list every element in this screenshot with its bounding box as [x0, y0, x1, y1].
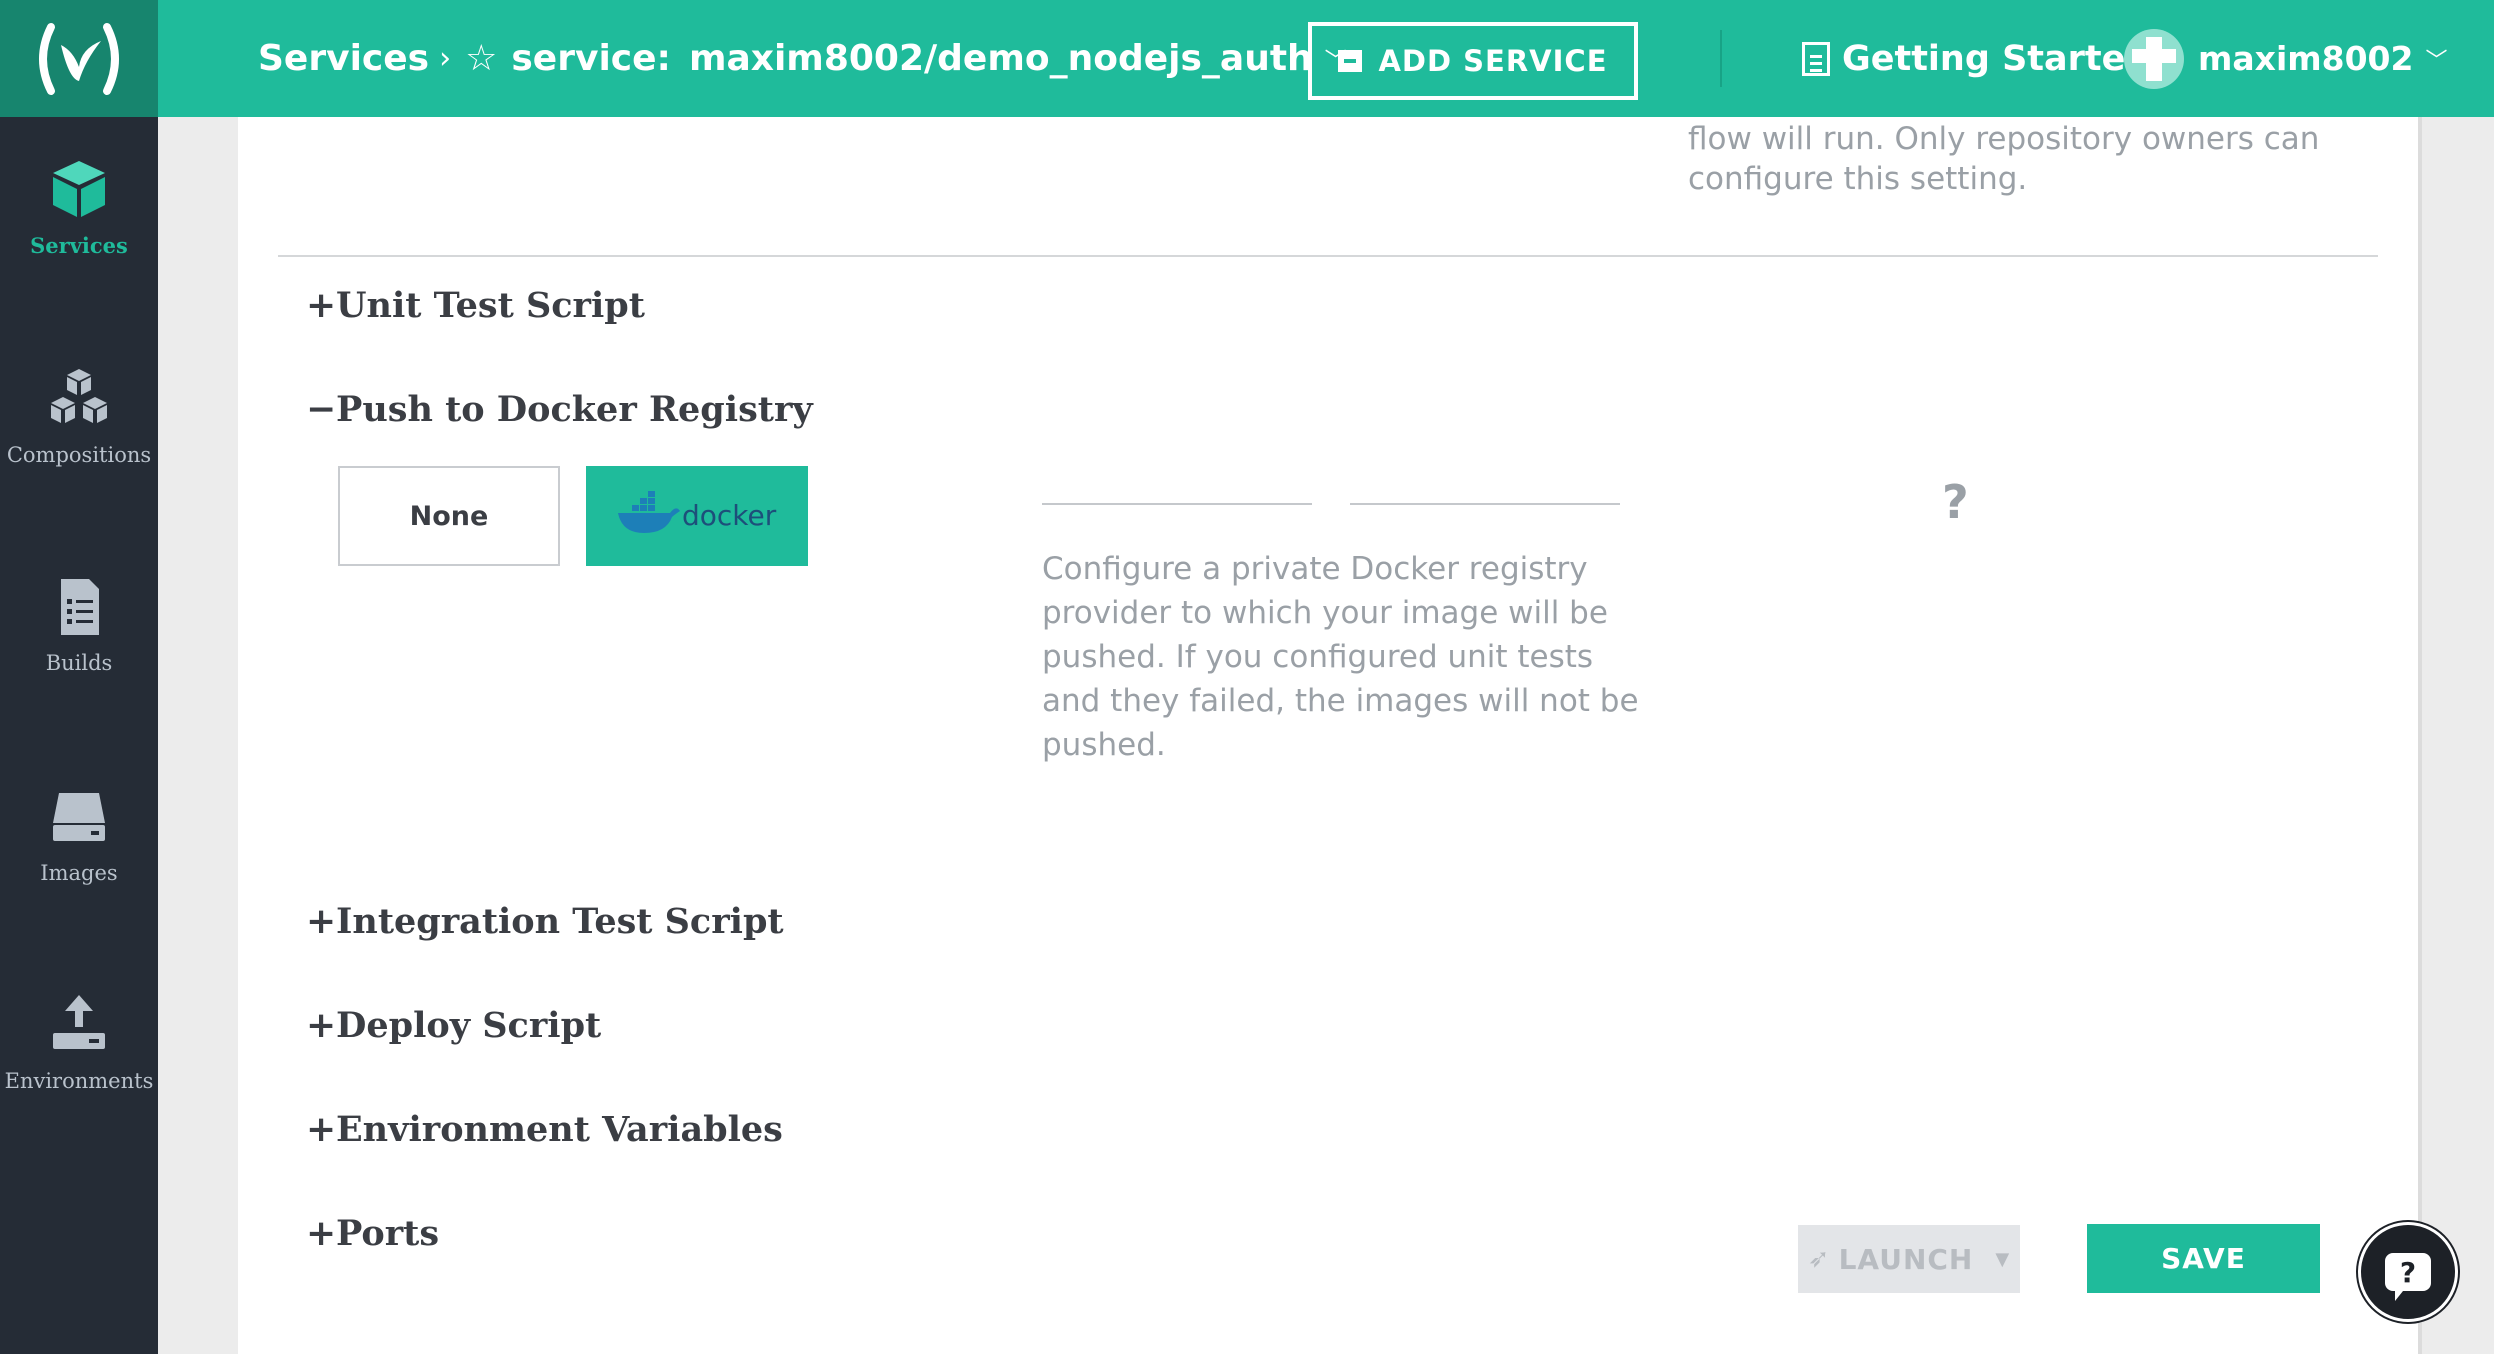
docker-logo-text: docker — [682, 499, 777, 532]
help-rule-left — [1042, 503, 1312, 505]
section-title: Ports — [336, 1213, 440, 1254]
expand-icon: + — [306, 1109, 337, 1150]
scroll-help-text: flow will run. Only repository owners ca… — [1688, 117, 2388, 201]
expand-icon: + — [306, 1005, 337, 1046]
section-title: Unit Test Script — [336, 285, 645, 326]
section-ports[interactable]: + Ports — [306, 1213, 439, 1254]
question-icon: ? — [1942, 475, 1969, 529]
section-environment-variables[interactable]: + Environment Variables — [306, 1109, 783, 1150]
sidebar-item-label: Images — [40, 861, 118, 885]
logo-icon — [39, 22, 119, 95]
section-title: Push to Docker Registry — [336, 389, 813, 430]
save-label: SAVE — [2161, 1242, 2246, 1275]
help-fab-label: ? — [2399, 1255, 2417, 1289]
cube-icon — [53, 161, 105, 217]
getting-started-link[interactable]: Getting Started — [1802, 0, 2150, 117]
chat-bubble-icon: ? — [2385, 1253, 2431, 1301]
rocket-icon: ➶ — [1807, 1244, 1831, 1274]
help-text-line: configure this setting. — [1688, 161, 2028, 197]
sidebar-item-compositions[interactable]: Compositions — [0, 367, 158, 567]
document-icon — [1802, 41, 1830, 76]
section-title: Deploy Script — [336, 1005, 602, 1046]
sidebar-item-services[interactable]: Services — [0, 157, 158, 357]
expand-icon: + — [306, 1213, 337, 1254]
divider — [278, 255, 2378, 257]
collapse-icon: − — [306, 389, 337, 430]
drive-icon — [53, 793, 105, 841]
star-icon[interactable]: ☆ — [465, 38, 497, 79]
document-list-icon — [61, 579, 99, 635]
sidebar-item-label: Builds — [45, 651, 113, 675]
service-label: service: — [511, 38, 671, 79]
section-deploy-script[interactable]: + Deploy Script — [306, 1005, 601, 1046]
avatar — [2124, 28, 2184, 89]
section-push-to-docker-registry[interactable]: − Push to Docker Registry — [306, 389, 813, 430]
username: maxim8002 — [2198, 39, 2414, 78]
help-chat-button[interactable]: ? — [2358, 1222, 2458, 1322]
breadcrumb-services-link[interactable]: Services — [258, 38, 429, 79]
top-bar: Services › ☆ service: maxim8002/demo_nod… — [0, 0, 2494, 117]
chevron-down-icon: ﹀ — [2425, 48, 2448, 74]
sidebar-item-environments[interactable]: Environments — [0, 993, 158, 1193]
section-unit-test-script[interactable]: + Unit Test Script — [306, 285, 645, 326]
sidebar-item-label: Services — [30, 233, 128, 258]
expand-icon: + — [306, 285, 337, 326]
docker-logo-icon: docker — [618, 491, 777, 533]
sidebar: Services Compositions Builds Images Envi… — [0, 117, 158, 1354]
save-button[interactable]: SAVE — [2087, 1224, 2320, 1293]
sidebar-item-label: Environments — [4, 1069, 154, 1093]
expand-icon: + — [306, 901, 337, 942]
registry-option-none[interactable]: None — [338, 466, 560, 566]
add-service-label: ADD SERVICE — [1378, 44, 1608, 78]
sidebar-item-builds[interactable]: Builds — [0, 575, 158, 775]
sidebar-item-label: Compositions — [6, 443, 152, 467]
sidebar-item-images[interactable]: Images — [0, 785, 158, 985]
cubes-icon — [51, 369, 107, 423]
upload-icon — [53, 995, 105, 1049]
registry-help-text: Configure a private Docker registry prov… — [1042, 551, 1639, 763]
user-menu[interactable]: maxim8002 ﹀ — [2124, 0, 2448, 117]
section-integration-test-script[interactable]: + Integration Test Script — [306, 901, 784, 942]
header-divider — [1720, 30, 1722, 87]
breadcrumb-separator: › — [439, 41, 452, 76]
service-settings-card: flow will run. Only repository owners ca… — [238, 117, 2418, 1354]
help-rule-right — [1350, 503, 1620, 505]
registry-option-docker[interactable]: docker — [586, 466, 808, 566]
section-title: Integration Test Script — [336, 901, 784, 942]
launch-button[interactable]: ➶ LAUNCH ▼ — [1798, 1225, 2020, 1293]
registry-option-label: None — [409, 500, 489, 532]
breadcrumb: Services › ☆ service: maxim8002/demo_nod… — [258, 0, 1347, 117]
getting-started-label: Getting Started — [1842, 38, 2151, 79]
launch-label: LAUNCH — [1838, 1242, 1974, 1276]
caret-down-icon[interactable]: ▼ — [1995, 1249, 2010, 1270]
service-name-dropdown[interactable]: maxim8002/demo_nodejs_auth — [689, 38, 1313, 79]
help-text-line: flow will run. Only repository owners ca… — [1688, 121, 2320, 157]
page-edge — [2418, 117, 2422, 1354]
add-service-button[interactable]: ADD SERVICE — [1308, 22, 1638, 100]
section-title: Environment Variables — [336, 1109, 783, 1150]
codefresh-logo[interactable] — [0, 0, 158, 117]
archive-icon — [1338, 50, 1363, 72]
